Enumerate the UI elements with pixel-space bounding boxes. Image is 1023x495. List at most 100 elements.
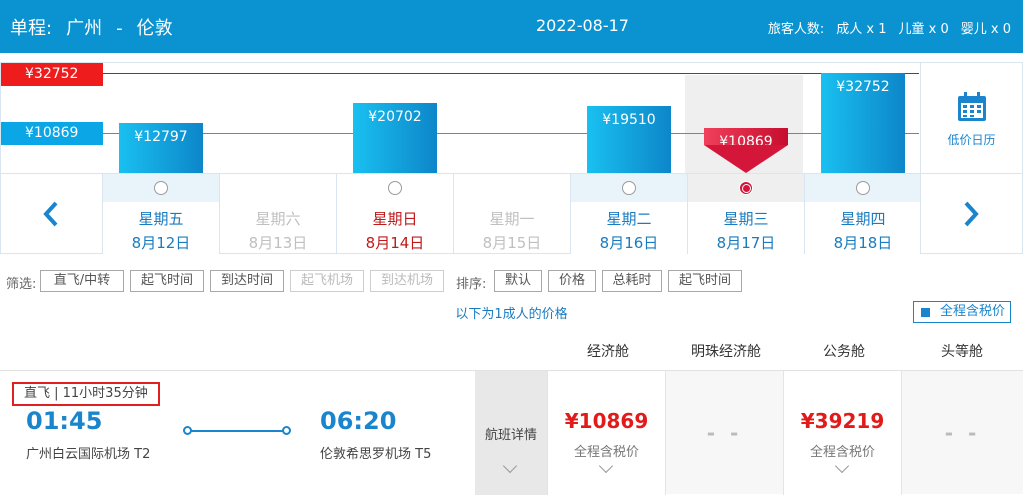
day-weekday: 星期五 [138,210,184,228]
chevron-down-icon [502,458,518,474]
price-bar[interactable]: ¥19510 [587,106,671,173]
sort-price[interactable]: 价格 [548,270,596,292]
price-bar[interactable]: ¥10869 [704,128,788,173]
route-start-dot [183,426,192,435]
fare-first: - - [901,371,1023,495]
day-column[interactable]: 星期二 8月16日 [570,174,687,254]
route-end-dot [282,426,291,435]
flight-type-badge: 直飞 | 11小时35分钟 [12,382,160,406]
filter-direct-transfer[interactable]: 直飞/中转 [40,270,124,292]
day-columns: 星期五 8月12日 星期六 8月13日 星期日 8月14日 星期一 8月15日 星期二 8月16日… [1,174,1022,254]
filter-departure-airport[interactable]: 起飞机场 [290,270,364,292]
infant-count: 婴儿 x 0 [960,22,1011,37]
day-radio[interactable] [739,181,753,195]
filter-arrival-airport[interactable]: 到达机场 [370,270,444,292]
day-column: 星期六 8月13日 [219,174,336,254]
origin-city: 广州 [66,18,103,39]
cabin-economy-header: 经济舱 [587,344,629,360]
day-weekday: 星期日 [372,210,418,228]
trip-type-label: 单程: [10,18,53,39]
checkbox-icon [921,308,930,317]
price-bar[interactable]: ¥12797 [119,123,203,173]
day-date: 8月18日 [833,234,893,252]
sort-departure-time[interactable]: 起飞时间 [668,270,742,292]
chevron-down-icon [598,458,613,474]
search-header: 单程: 广州 - 伦敦 2022-08-17 旅客人数: 成人 x 1 儿童 x 0 婴儿 … [0,0,1023,53]
route-separator: - [116,18,123,39]
calendar-label: 低价日历 [947,133,996,147]
day-date: 8月15日 [482,234,542,252]
price-note: 以下为1成人的价格 [455,307,568,322]
fare-economy[interactable]: ¥10869 全程含税价 [547,371,665,495]
fare-price: ¥10869 [564,409,649,433]
calendar-icon [958,92,986,121]
prev-week-button[interactable] [1,174,101,254]
flight-info: 直飞 | 11小时35分钟 01:45 广州白云国际机场 T2 06:20 伦敦… [0,371,475,495]
price-bar[interactable]: ¥32752 [821,73,905,173]
sort-label: 排序: [456,277,487,292]
cabin-first-header: 头等舱 [941,344,983,360]
day-radio[interactable] [622,181,636,195]
departure-airport: 广州白云国际机场 T2 [26,447,151,462]
route-line [188,430,286,432]
tax-toggle-label: 全程含税价 [940,304,1006,319]
departure-time: 01:45 [26,407,103,435]
day-radio[interactable] [388,181,402,195]
low-price-calendar-button[interactable]: 低价日历 [920,63,1022,174]
arrival-airport: 伦敦希思罗机场 T5 [320,447,432,462]
price-chart: ¥32752 ¥10869 ¥12797 ¥20702 ¥19510 ¥10869 ¥3… [0,62,1023,254]
min-price-line [103,133,919,134]
day-date: 8月16日 [599,234,659,252]
day-date: 8月12日 [131,234,191,252]
day-date: 8月14日 [365,234,425,252]
day-column: 星期一 8月15日 [453,174,570,254]
filter-departure-time[interactable]: 起飞时间 [130,270,204,292]
day-weekday: 星期六 [255,210,301,228]
day-weekday: 星期一 [489,210,535,228]
filter-label: 筛选: [6,277,37,292]
destination-city: 伦敦 [136,18,173,39]
price-bars-row: ¥32752 ¥10869 ¥12797 ¥20702 ¥19510 ¥10869 ¥3… [1,63,1022,174]
day-weekday: 星期四 [840,210,886,228]
cabin-premium-economy-header: 明珠经济舱 [691,344,761,360]
day-radio[interactable] [154,181,168,195]
fare-business[interactable]: ¥39219 全程含税价 [783,371,901,495]
day-radio[interactable] [856,181,870,195]
day-weekday: 星期二 [606,210,652,228]
cabin-business-header: 公务舱 [823,344,865,360]
adult-count: 成人 x 1 [836,22,887,37]
fare-price: ¥39219 [800,409,885,433]
fare-note: 全程含税价 [573,445,639,460]
next-week-button[interactable] [920,174,1020,254]
day-column[interactable]: 星期日 8月14日 [336,174,453,254]
day-column[interactable]: 星期四 8月18日 [804,174,921,254]
chevron-down-icon [834,458,849,474]
travel-date: 2022-08-17 [536,16,629,35]
flight-detail-label: 航班详情 [484,428,537,443]
passenger-summary: 旅客人数: 成人 x 1 儿童 x 0 婴儿 x 0 [756,18,1011,37]
fare-unavailable: - - [944,421,981,445]
day-column[interactable]: 星期五 8月12日 [102,174,219,254]
fare-premium-economy: - - [665,371,783,495]
filter-arrival-time[interactable]: 到达时间 [210,270,284,292]
route-summary: 单程: 广州 - 伦敦 [10,14,187,40]
chevron-right-icon [964,201,979,227]
min-price-tag: ¥10869 [1,122,103,145]
flight-row: 直飞 | 11小时35分钟 01:45 广州白云国际机场 T2 06:20 伦敦… [0,370,1023,495]
day-weekday: 星期三 [723,210,769,228]
day-date: 8月13日 [248,234,308,252]
sort-duration[interactable]: 总耗时 [602,270,662,292]
fare-note: 全程含税价 [809,445,875,460]
sort-default[interactable]: 默认 [494,270,542,292]
max-price-tag: ¥32752 [1,63,103,86]
flight-detail-button[interactable]: 航班详情 [475,371,547,495]
max-price-line [103,73,919,74]
passenger-label: 旅客人数: [767,22,825,37]
tax-inclusive-toggle[interactable]: 全程含税价 [913,301,1011,323]
price-bar[interactable]: ¥20702 [353,103,437,173]
arrival-time: 06:20 [320,407,397,435]
day-column[interactable]: 星期三 8月17日 [687,174,804,254]
day-date: 8月17日 [716,234,776,252]
fare-unavailable: - - [706,421,743,445]
child-count: 儿童 x 0 [898,22,949,37]
